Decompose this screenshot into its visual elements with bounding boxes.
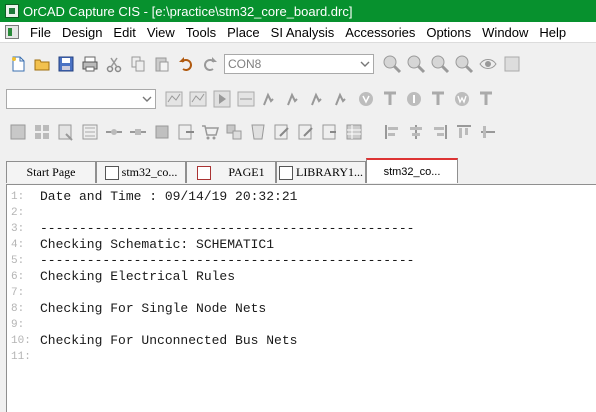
drc-icon[interactable] — [54, 120, 78, 144]
tab-label: stm32_co... — [383, 165, 441, 178]
view-eye-icon[interactable] — [476, 52, 500, 76]
title-bar: OrCAD Capture CIS - [e:\practice\stm32_c… — [0, 0, 596, 22]
undo-icon[interactable] — [174, 52, 198, 76]
new-profile-icon[interactable] — [162, 87, 186, 111]
table-icon[interactable] — [342, 120, 366, 144]
open-folder-icon[interactable] — [30, 52, 54, 76]
document-tabs: Start Page stm32_co... PAGE1 LIBRARY1...… — [0, 158, 596, 184]
chevron-down-icon — [360, 61, 370, 67]
bias-voltage-icon[interactable] — [378, 87, 402, 111]
tab-label: stm32_co... — [121, 165, 178, 179]
back-annotate-icon[interactable] — [30, 120, 54, 144]
menu-window[interactable]: Window — [477, 25, 534, 40]
menu-options[interactable]: Options — [421, 25, 477, 40]
design-toolbar — [0, 117, 596, 147]
simulation-toolbar — [0, 84, 596, 114]
edit-properties-icon[interactable] — [294, 120, 318, 144]
zoom-area-icon[interactable] — [428, 52, 452, 76]
menu-edit[interactable]: Edit — [108, 25, 141, 40]
edit-profile-icon[interactable] — [186, 87, 210, 111]
marker-current-icon[interactable] — [282, 87, 306, 111]
menu-help[interactable]: Help — [534, 25, 572, 40]
bias-power-icon[interactable] — [474, 87, 498, 111]
tab-start-page[interactable]: Start Page — [6, 161, 96, 183]
property-icon[interactable] — [246, 120, 270, 144]
document-icon[interactable] — [5, 25, 19, 39]
menu-bar: File Design Edit View Tools Place SI Ana… — [0, 22, 596, 43]
i-circle-icon[interactable] — [402, 87, 426, 111]
tab-label: Start Page — [26, 165, 76, 179]
page-icon — [197, 165, 212, 180]
run-icon[interactable] — [210, 87, 234, 111]
cut-icon[interactable] — [102, 52, 126, 76]
copy-icon[interactable] — [126, 52, 150, 76]
unknown-tool-icon[interactable] — [500, 52, 524, 76]
components-icon[interactable] — [150, 120, 174, 144]
library-icon — [278, 165, 293, 180]
print-icon[interactable] — [78, 52, 102, 76]
menu-accessories[interactable]: Accessories — [340, 25, 421, 40]
menu-place[interactable]: Place — [222, 25, 266, 40]
menu-si-analysis[interactable]: SI Analysis — [266, 25, 341, 40]
part-combo[interactable]: CON8 — [224, 54, 374, 74]
edit-page-icon[interactable] — [270, 120, 294, 144]
align-middle-icon[interactable] — [476, 120, 500, 144]
paste-icon[interactable] — [150, 52, 174, 76]
menu-design[interactable]: Design — [57, 25, 108, 40]
menu-view[interactable]: View — [142, 25, 181, 40]
menu-tools[interactable]: Tools — [181, 25, 222, 40]
tab-label: LIBRARY1... — [295, 165, 363, 179]
redo-icon[interactable] — [198, 52, 222, 76]
new-icon[interactable] — [6, 52, 30, 76]
profile-combo[interactable] — [6, 89, 156, 109]
export-icon[interactable] — [174, 120, 198, 144]
w-circle-icon[interactable] — [450, 87, 474, 111]
menu-file[interactable]: File — [25, 25, 57, 40]
align-center-icon[interactable] — [404, 120, 428, 144]
bill-of-materials-icon[interactable] — [126, 120, 150, 144]
align-top-icon[interactable] — [452, 120, 476, 144]
marker-power-icon[interactable] — [306, 87, 330, 111]
zoom-all-icon[interactable] — [452, 52, 476, 76]
report-icon[interactable] — [318, 120, 342, 144]
view-results-icon[interactable] — [234, 87, 258, 111]
tab-page1[interactable]: PAGE1 — [186, 161, 276, 183]
zoom-in-icon[interactable] — [380, 52, 404, 76]
schematic-icon — [104, 165, 119, 180]
chevron-down-icon — [142, 96, 152, 102]
tab-stm32-drc[interactable]: stm32_co... — [366, 158, 458, 183]
part-combo-value: CON8 — [228, 57, 262, 71]
window-title: OrCAD Capture CIS - [e:\practice\stm32_c… — [23, 3, 353, 19]
text-editor[interactable]: 1: Date and Time : 09/14/19 20:32:21 2: 3… — [6, 184, 596, 412]
tab-library1[interactable]: LIBRARY1... — [276, 161, 366, 183]
cart-icon[interactable] — [198, 120, 222, 144]
align-left-icon[interactable] — [380, 120, 404, 144]
part-manager-icon[interactable] — [222, 120, 246, 144]
v-circle-icon[interactable] — [354, 87, 378, 111]
align-right-icon[interactable] — [428, 120, 452, 144]
app-icon[interactable] — [5, 4, 19, 18]
standard-toolbar: CON8 — [0, 49, 596, 79]
zoom-out-icon[interactable] — [404, 52, 428, 76]
netlist-icon[interactable] — [78, 120, 102, 144]
tab-label: PAGE1 — [228, 165, 265, 179]
bias-current-icon[interactable] — [426, 87, 450, 111]
marker-voltage-icon[interactable] — [258, 87, 282, 111]
save-icon[interactable] — [54, 52, 78, 76]
cross-reference-icon[interactable] — [102, 120, 126, 144]
tab-stm32-schematic[interactable]: stm32_co... — [96, 161, 186, 183]
marker-diff-icon[interactable] — [330, 87, 354, 111]
annotate-icon[interactable] — [6, 120, 30, 144]
